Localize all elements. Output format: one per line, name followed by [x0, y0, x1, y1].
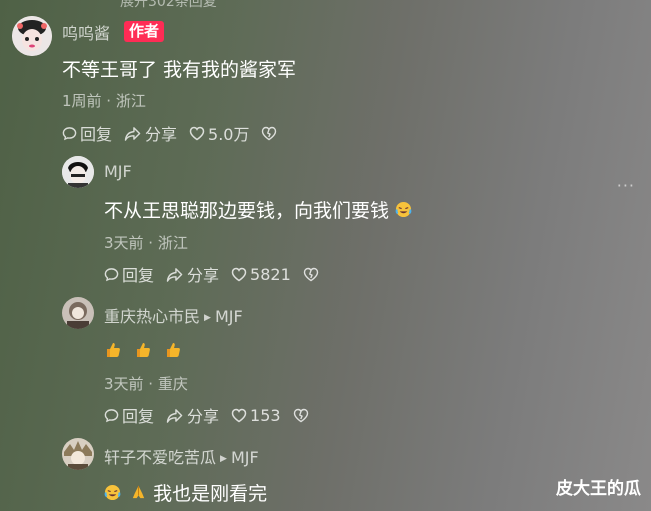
like-count: 5.0万 [208, 125, 250, 144]
comment-meta: 1周前 · 浙江 [62, 92, 146, 110]
reply-target[interactable]: MJF [215, 307, 243, 326]
avatar-image [62, 297, 94, 329]
watermark: 皮大王的瓜 [556, 479, 641, 499]
like-count: 5821 [250, 264, 291, 284]
praying-hands-emoji [130, 484, 147, 506]
username[interactable]: 呜呜酱 [62, 20, 110, 44]
share-label: 分享 [187, 407, 220, 426]
comment-text-content: 我也是刚看完 [153, 483, 268, 505]
username: 重庆热心市民 ▶ MJF [104, 303, 243, 327]
reply-target[interactable]: MJF [231, 448, 259, 467]
reply-label: 回复 [122, 407, 155, 426]
heart-icon [189, 126, 205, 140]
dislike-button[interactable] [293, 408, 312, 423]
reply-arrow-icon: ▶ [220, 454, 227, 464]
comment-actions: 回复 分享 5821 [104, 262, 334, 286]
reply-icon [104, 408, 119, 422]
share-button[interactable]: 分享 [166, 262, 219, 286]
dislike-button[interactable] [303, 267, 322, 282]
like-button[interactable]: 5821 [231, 265, 291, 284]
avatar[interactable] [62, 438, 94, 470]
share-label: 分享 [187, 266, 220, 285]
author-badge: 作者 [124, 21, 165, 42]
avatar[interactable] [62, 297, 94, 329]
thumbs-up-icon [164, 341, 182, 364]
reply-button[interactable]: 回复 [104, 262, 154, 286]
username[interactable]: MJF [104, 162, 132, 181]
comment-text: 不等王哥了 我有我的酱家军 [62, 59, 297, 81]
like-button[interactable]: 153 [231, 406, 281, 425]
share-icon [124, 126, 141, 141]
like-count: 153 [250, 405, 281, 425]
more-options-icon[interactable]: ··· [617, 176, 635, 195]
comment-meta: 3天前 · 重庆 [104, 375, 188, 393]
thumbs-up-icon [104, 341, 122, 364]
share-icon [166, 408, 183, 423]
dislike-button[interactable] [261, 126, 280, 141]
comment-text: 不从王思聪那边要钱，向我们要钱 [104, 196, 412, 223]
reply-button[interactable]: 回复 [62, 121, 112, 145]
broken-heart-icon [262, 126, 277, 140]
avatar[interactable] [62, 156, 94, 188]
reply-label: 回复 [80, 125, 113, 144]
laughing-crying-emoji [395, 201, 412, 223]
broken-heart-icon [293, 408, 308, 422]
comment-meta: 3天前 · 浙江 [104, 234, 188, 252]
share-icon [166, 267, 183, 282]
comment-actions: 回复 分享 153 [104, 403, 324, 427]
laughing-crying-emoji [104, 484, 121, 506]
reply-author[interactable]: 轩子不爱吃苦瓜 [104, 448, 216, 467]
avatar-image [62, 156, 94, 188]
collapsed-replies-text[interactable]: 展开302条回复 [120, 0, 217, 11]
thumbs-up-icon [134, 341, 152, 364]
heart-icon [231, 267, 247, 281]
reply-icon [62, 126, 77, 140]
comment-text-content: 不从王思聪那边要钱，向我们要钱 [104, 200, 390, 222]
avatar-image [12, 16, 52, 56]
reply-icon [104, 267, 119, 281]
reply-button[interactable]: 回复 [104, 403, 154, 427]
avatar-image [62, 438, 94, 470]
reply-arrow-icon: ▶ [204, 313, 211, 323]
reply-label: 回复 [122, 266, 155, 285]
comment-actions: 回复 分享 5.0万 [62, 121, 292, 145]
avatar[interactable] [12, 16, 52, 56]
share-button[interactable]: 分享 [124, 121, 177, 145]
comment-text: 我也是刚看完 [104, 479, 267, 506]
heart-icon [231, 408, 247, 422]
reply-author[interactable]: 重庆热心市民 [104, 307, 200, 326]
like-button[interactable]: 5.0万 [189, 121, 249, 145]
broken-heart-icon [303, 267, 318, 281]
share-button[interactable]: 分享 [166, 403, 219, 427]
share-label: 分享 [145, 125, 178, 144]
comment-text [104, 341, 182, 364]
username: 轩子不爱吃苦瓜 ▶ MJF [104, 444, 259, 468]
